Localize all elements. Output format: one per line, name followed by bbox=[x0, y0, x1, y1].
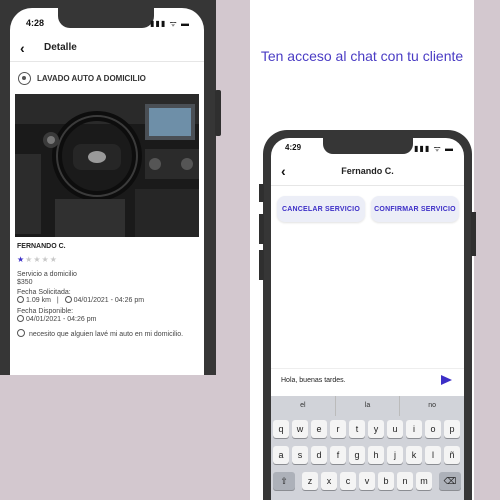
status-time: 4:29 bbox=[285, 143, 302, 152]
key[interactable]: o bbox=[425, 420, 441, 438]
status-icons: ▮▮▮ ᯤ ▬ bbox=[150, 19, 190, 28]
key[interactable]: u bbox=[387, 420, 403, 438]
key[interactable]: s bbox=[292, 446, 308, 464]
keyboard: el la no q w e r t y u i o p a s d f g h… bbox=[271, 396, 464, 500]
key[interactable]: x bbox=[321, 472, 337, 490]
right-phone-frame: 4:29 ▮▮▮ ᯤ ▬ ‹ Fernando C. CANCELAR SERV… bbox=[259, 130, 476, 500]
service-header: LAVADO AUTO A DOMICILIO bbox=[18, 72, 146, 85]
left-phone-frame: 4:28 ▮▮▮ ᯤ ▬ ‹ Detalle LAVADO AUTO A DOM… bbox=[0, 0, 221, 375]
chat-bubble-icon bbox=[17, 329, 25, 337]
service-title: LAVADO AUTO A DOMICILIO bbox=[37, 74, 146, 83]
price: $350 bbox=[17, 279, 33, 286]
chevron-left-icon[interactable]: ‹ bbox=[20, 40, 25, 56]
key[interactable]: d bbox=[311, 446, 327, 464]
page-title: Detalle bbox=[44, 42, 77, 53]
keyboard-suggestions: el la no bbox=[271, 396, 464, 416]
message-composer: Hola, buenas tardes. bbox=[271, 368, 464, 392]
key[interactable]: n bbox=[397, 472, 413, 490]
side-button bbox=[259, 214, 264, 244]
detail-nav-bar: ‹ Detalle bbox=[10, 38, 204, 62]
side-button bbox=[215, 90, 221, 136]
chat-nav-bar: ‹ Fernando C. bbox=[271, 160, 464, 186]
separator: | bbox=[56, 297, 59, 304]
key[interactable]: g bbox=[349, 446, 365, 464]
available-date: 04/01/2021 - 04:26 pm bbox=[26, 316, 97, 323]
key[interactable]: l bbox=[425, 446, 441, 464]
requested-row: 1.09 km | 04/01/2021 - 04:26 pm bbox=[17, 296, 144, 305]
shift-key[interactable]: ⇧ bbox=[273, 472, 295, 490]
key[interactable]: c bbox=[340, 472, 356, 490]
key[interactable]: z bbox=[302, 472, 318, 490]
key[interactable]: b bbox=[378, 472, 394, 490]
side-button bbox=[259, 250, 264, 280]
distance: 1.09 km bbox=[26, 297, 51, 304]
customer-name: FERNANDO C. bbox=[17, 243, 66, 250]
key[interactable]: t bbox=[349, 420, 365, 438]
key[interactable]: k bbox=[406, 446, 422, 464]
star-icon: ★ bbox=[41, 255, 50, 264]
comment-row: necesito que alguien lavé mi auto en mi … bbox=[17, 329, 183, 339]
suggestion[interactable]: la bbox=[336, 396, 401, 416]
key[interactable]: f bbox=[330, 446, 346, 464]
key-row-3: ⇧ z x c v b n m ⌫ bbox=[273, 472, 461, 490]
message-input[interactable]: Hola, buenas tardes. bbox=[281, 377, 346, 384]
key[interactable]: y bbox=[368, 420, 384, 438]
key-row-2: a s d f g h j k l ñ bbox=[273, 446, 460, 464]
rating-stars: ★★★★★ bbox=[17, 255, 58, 264]
promo-headline: Ten acceso al chat con tu cliente bbox=[260, 48, 464, 64]
key[interactable]: r bbox=[330, 420, 346, 438]
location-pin-icon bbox=[17, 296, 24, 303]
car-interior-photo bbox=[15, 94, 199, 237]
side-button bbox=[259, 184, 264, 202]
notch bbox=[58, 8, 154, 28]
key[interactable]: h bbox=[368, 446, 384, 464]
car-wash-icon bbox=[18, 72, 31, 85]
side-button bbox=[471, 212, 476, 256]
requested-date: 04/01/2021 - 04:26 pm bbox=[73, 297, 145, 304]
star-icon: ★ bbox=[17, 255, 26, 264]
notch bbox=[323, 138, 413, 154]
key[interactable]: v bbox=[359, 472, 375, 490]
key[interactable]: i bbox=[406, 420, 422, 438]
status-icons: ▮▮▮ ᯤ ▬ bbox=[414, 144, 454, 153]
key[interactable]: e bbox=[311, 420, 327, 438]
key[interactable]: w bbox=[292, 420, 308, 438]
confirm-service-button[interactable]: CONFIRMAR SERVICIO bbox=[371, 196, 459, 222]
status-time: 4:28 bbox=[26, 18, 45, 28]
key[interactable]: a bbox=[273, 446, 289, 464]
comment-text: necesito que alguien lavé mi auto en mi … bbox=[29, 331, 184, 338]
suggestion[interactable]: no bbox=[400, 396, 464, 416]
key[interactable]: m bbox=[416, 472, 432, 490]
cancel-service-button[interactable]: CANCELAR SERVICIO bbox=[277, 196, 365, 222]
chat-contact-name: Fernando C. bbox=[341, 166, 394, 176]
key[interactable]: p bbox=[444, 420, 460, 438]
star-icon: ★ bbox=[33, 255, 42, 264]
key-row-1: q w e r t y u i o p bbox=[273, 420, 460, 438]
key[interactable]: q bbox=[273, 420, 289, 438]
clock-icon bbox=[17, 315, 24, 322]
left-phone-screen: 4:28 ▮▮▮ ᯤ ▬ ‹ Detalle LAVADO AUTO A DOM… bbox=[10, 8, 204, 375]
right-phone-screen: 4:29 ▮▮▮ ᯤ ▬ ‹ Fernando C. CANCELAR SERV… bbox=[271, 138, 464, 500]
backspace-key[interactable]: ⌫ bbox=[439, 472, 461, 490]
available-row: 04/01/2021 - 04:26 pm bbox=[17, 315, 96, 324]
key[interactable]: j bbox=[387, 446, 403, 464]
key[interactable]: ñ bbox=[444, 446, 460, 464]
send-icon[interactable] bbox=[441, 375, 452, 385]
clock-icon bbox=[64, 296, 72, 303]
suggestion[interactable]: el bbox=[271, 396, 336, 416]
star-icon: ★ bbox=[49, 255, 58, 264]
